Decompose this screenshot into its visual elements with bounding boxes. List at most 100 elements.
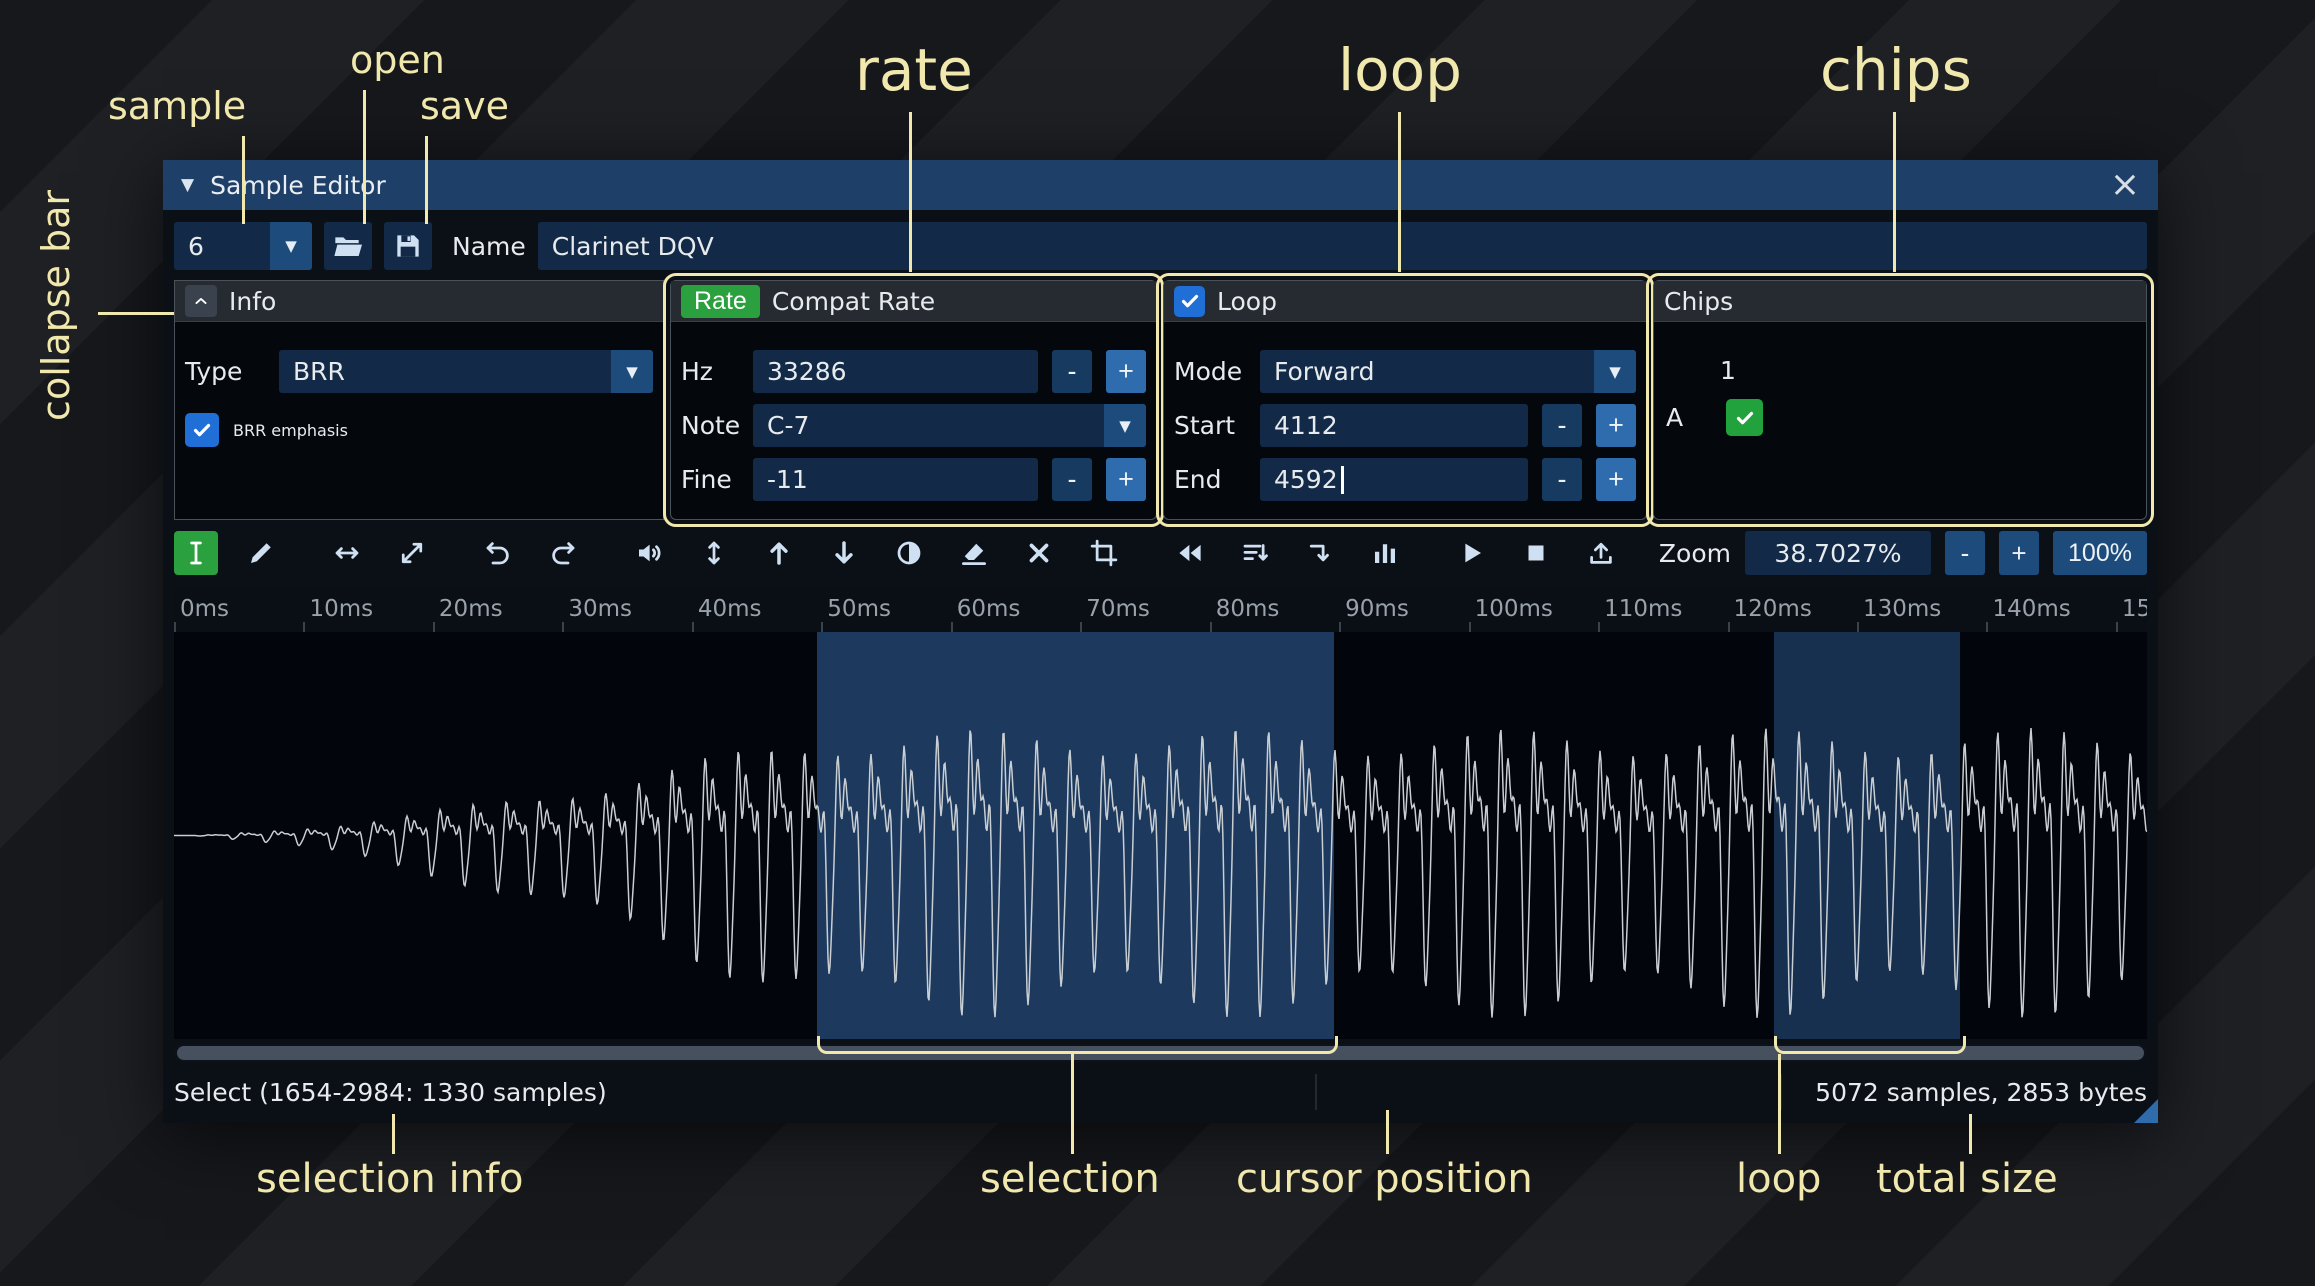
- annotation-open: open: [350, 38, 445, 82]
- brr-emphasis-checkbox[interactable]: [185, 413, 219, 447]
- sample-selector[interactable]: 6 ▼: [174, 222, 312, 270]
- annotation-line-cursor-position: [1386, 1110, 1389, 1154]
- half-circle-icon: [897, 541, 921, 565]
- chevron-down-icon[interactable]: ▼: [611, 350, 653, 393]
- delete-button[interactable]: [1017, 531, 1061, 575]
- chip-a-enable-checkbox[interactable]: [1726, 399, 1763, 436]
- loop-mode-select[interactable]: Forward ▼: [1260, 350, 1636, 393]
- window-resize-grip[interactable]: [2134, 1099, 2158, 1123]
- ruler-tick-mark: [1468, 622, 1471, 632]
- annotation-save: save: [420, 84, 509, 128]
- trim-button[interactable]: [1082, 531, 1126, 575]
- ruler-tick-mark: [1857, 622, 1859, 632]
- loop-start-input[interactable]: 4112: [1260, 404, 1528, 447]
- info-collapse-button[interactable]: [185, 285, 217, 317]
- fade-in-button[interactable]: [757, 531, 801, 575]
- annotation-chips: chips: [1820, 36, 1972, 104]
- window-close-button[interactable]: ×: [2110, 167, 2140, 203]
- loop-section: Loop Mode Forward ▼ Start 4112 - + End 4…: [1156, 273, 1654, 527]
- zoom-input[interactable]: 38.7027%: [1745, 531, 1931, 575]
- save-sample-button[interactable]: [384, 222, 432, 270]
- reverse-button[interactable]: [1168, 531, 1212, 575]
- loop-start-increase-button[interactable]: +: [1596, 404, 1636, 447]
- ruler-tick-label: 90ms: [1345, 596, 1409, 622]
- chevron-down-icon[interactable]: ▼: [1104, 404, 1146, 447]
- rate-button[interactable]: Rate: [681, 284, 760, 318]
- redo-button[interactable]: [541, 531, 585, 575]
- sample-type-value: BRR: [293, 357, 345, 386]
- zoom-reset-button[interactable]: 100%: [2053, 531, 2147, 575]
- normalize-button[interactable]: [692, 531, 736, 575]
- zoom-out-button[interactable]: -: [1945, 531, 1985, 575]
- ruler-tick-mark: [1209, 622, 1212, 632]
- chevron-up-icon: [195, 298, 207, 304]
- ruler-tick-label: 30ms: [568, 596, 633, 622]
- edit-mode-select-button[interactable]: [174, 531, 218, 575]
- loop-end-decrease-button[interactable]: -: [1542, 458, 1582, 501]
- amplify-button[interactable]: [627, 531, 671, 575]
- downsample-button[interactable]: [1233, 531, 1277, 575]
- filter-button[interactable]: [1363, 531, 1407, 575]
- chevron-down-icon[interactable]: ▼: [1594, 350, 1636, 393]
- annotation-loop-bottom: loop: [1736, 1156, 1822, 1202]
- hz-input[interactable]: 33286: [753, 350, 1038, 393]
- fade-out-button[interactable]: [822, 531, 866, 575]
- timeline-ruler[interactable]: 0ms 10ms 20ms 30ms 40ms 50ms 60ms 70ms 80ms 90ms 1…: [174, 588, 2147, 632]
- fine-decrease-button[interactable]: -: [1052, 458, 1092, 501]
- chips-column-header: 1: [1720, 356, 1736, 385]
- name-label: Name: [452, 231, 526, 261]
- floppy-save-icon: [397, 235, 419, 257]
- note-label: Note: [681, 411, 741, 440]
- ruler-tick-label: 130ms: [1863, 596, 1942, 622]
- loop-start-label: Start: [1174, 411, 1236, 440]
- preview-stop-button[interactable]: [1514, 531, 1558, 575]
- preview-play-button[interactable]: [1449, 531, 1493, 575]
- loop-start-decrease-button[interactable]: -: [1542, 404, 1582, 447]
- create-wavetable-button[interactable]: [1579, 531, 1623, 575]
- ruler-tick-label: 150ms: [2121, 596, 2147, 622]
- checkmark-icon: [1736, 411, 1753, 424]
- loop-end-increase-button[interactable]: +: [1596, 458, 1636, 501]
- ruler-tick-mark: [1339, 622, 1342, 632]
- annotation-line-collapse-bar: [98, 312, 174, 315]
- ruler-tick-label: 140ms: [1992, 596, 2071, 622]
- sample-type-select[interactable]: BRR ▼: [279, 350, 653, 393]
- chevron-down-icon[interactable]: ▼: [270, 222, 312, 270]
- loop-enable-checkbox[interactable]: [1174, 285, 1205, 317]
- open-sample-button[interactable]: [324, 222, 372, 270]
- sample-name-input[interactable]: Clarinet DQV: [537, 222, 2147, 270]
- resample-button[interactable]: [390, 531, 434, 575]
- invert-button[interactable]: [887, 531, 931, 575]
- waveform: [174, 727, 2147, 1018]
- undo-button[interactable]: [476, 531, 520, 575]
- fine-input[interactable]: -11: [753, 458, 1038, 501]
- hz-decrease-button[interactable]: -: [1052, 350, 1092, 393]
- annotation-cursor-position: cursor position: [1236, 1156, 1533, 1202]
- double-left-triangles-icon: [1179, 544, 1201, 562]
- fine-increase-button[interactable]: +: [1106, 458, 1146, 501]
- titlebar[interactable]: ▼ Sample Editor ×: [163, 160, 2158, 210]
- hz-increase-button[interactable]: +: [1106, 350, 1146, 393]
- ruler-tick-mark: [2115, 622, 2118, 632]
- loop-end-input[interactable]: 4592: [1260, 458, 1528, 501]
- annotation-total-size: total size: [1876, 1156, 2058, 1202]
- waveform-display[interactable]: [174, 632, 2147, 1039]
- zoom-in-button[interactable]: +: [1999, 531, 2039, 575]
- edit-mode-draw-button[interactable]: [239, 531, 283, 575]
- loop-header-label: Loop: [1217, 286, 1277, 316]
- ruler-tick-mark: [174, 622, 176, 632]
- resize-button[interactable]: [325, 531, 369, 575]
- apply-silence-button[interactable]: [952, 531, 996, 575]
- sample-header-row: 6 ▼ Name Clarinet DQV: [174, 222, 2147, 270]
- annotation-line-open: [363, 90, 366, 224]
- note-select[interactable]: C-7 ▼: [753, 404, 1146, 447]
- loop-end-label: End: [1174, 465, 1222, 494]
- crossfade-loop-button[interactable]: [1298, 531, 1342, 575]
- window-collapse-icon[interactable]: ▼: [181, 175, 194, 195]
- folder-open-icon: [334, 237, 362, 256]
- arrow-down-icon: [835, 541, 853, 564]
- x-icon: [1029, 543, 1049, 563]
- loop-start-value: 4112: [1274, 411, 1338, 440]
- ruler-tick-label: 70ms: [1086, 596, 1150, 622]
- vertical-arrows-icon: [708, 541, 720, 565]
